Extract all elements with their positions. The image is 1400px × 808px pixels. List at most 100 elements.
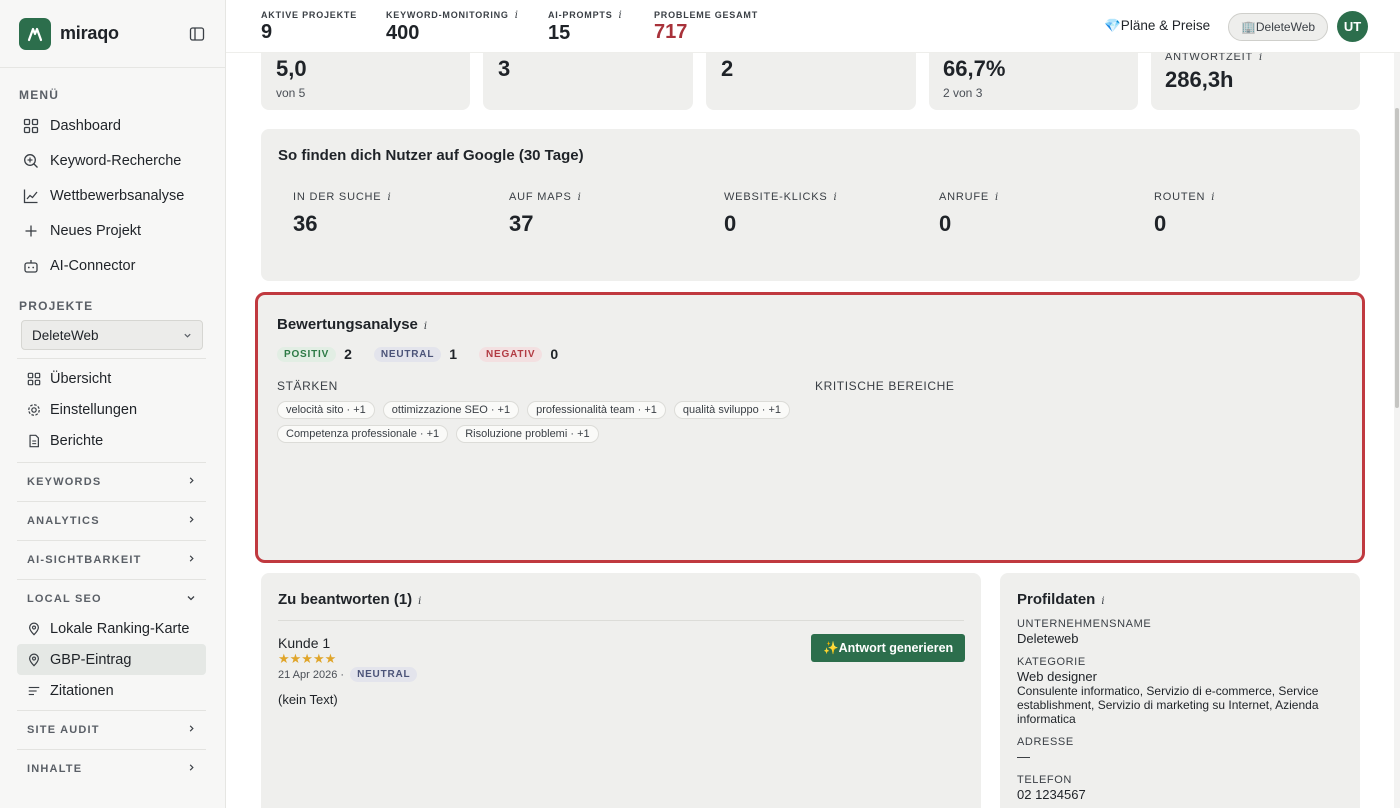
stat-active-projects: AKTIVE PROJEKTE 9 (261, 10, 357, 44)
scrollbar[interactable] (1394, 0, 1400, 808)
info-icon[interactable]: i (834, 192, 838, 203)
strength-chip: Competenza professionale · +1 (277, 425, 449, 443)
neutral-badge: NEUTRAL (373, 346, 442, 362)
nav-uebersicht[interactable]: Übersicht (0, 363, 225, 394)
nav-berichte[interactable]: Berichte (0, 425, 225, 456)
metric-label: IN DER SUCHE (293, 191, 382, 203)
account-switcher[interactable]: 🏢DeleteWeb (1228, 13, 1328, 41)
logo-icon[interactable] (19, 17, 51, 50)
kpi-sub: von 5 (276, 86, 306, 100)
nav-lokale-ranking-karte[interactable]: Lokale Ranking-Karte (0, 613, 225, 644)
nav-keyword-recherche[interactable]: Keyword-Recherche (0, 143, 225, 178)
group-label: INHALTE (27, 763, 83, 775)
generate-answer-button[interactable]: ✨Antwort generieren (811, 634, 966, 662)
card-title: So finden dich Nutzer auf Google (30 Tag… (278, 147, 584, 164)
sidebar: miraqo MENÜ Dashboard Keyword-Recherche … (0, 0, 226, 808)
group-label: ANALYTICS (27, 515, 100, 527)
stat-value: 400 (386, 22, 420, 44)
info-icon[interactable]: i (387, 192, 391, 203)
stat-value: 15 (548, 22, 571, 44)
review-text: (kein Text) (278, 692, 338, 707)
reviews-to-answer-card: Zu beantworten (1) i Kunde 1 ★★★★★ 21 Apr… (261, 573, 981, 808)
nav-wettbewerbsanalyse[interactable]: Wettbewerbsanalyse (0, 178, 225, 213)
menu-section-label: MENÜ (19, 88, 60, 102)
plus-icon (25, 225, 37, 236)
chevron-right-icon (187, 724, 196, 736)
sentiment-badge: NEUTRAL (350, 667, 418, 682)
info-icon[interactable]: i (1101, 596, 1104, 607)
grid-icon (27, 372, 41, 385)
robot-icon (24, 259, 38, 273)
metric-label: AUF MAPS (509, 191, 572, 203)
list-icon (28, 686, 40, 695)
nav-label: Lokale Ranking-Karte (50, 620, 190, 637)
nav-dashboard[interactable]: Dashboard (0, 108, 225, 143)
plans-pricing-link[interactable]: 💎Pläne & Preise (1104, 18, 1210, 34)
positive-count: 2 (344, 346, 352, 362)
info-icon[interactable]: i (619, 10, 623, 21)
nav-ai-connector[interactable]: AI-Connector (0, 248, 225, 283)
group-ai-sichtbarkeit[interactable]: AI-SICHTBARKEIT (17, 540, 206, 579)
group-site-audit[interactable]: SITE AUDIT (17, 710, 206, 749)
metric-value: 36 (293, 211, 318, 236)
nav-gbp-eintrag[interactable]: GBP-Eintrag (17, 644, 206, 675)
metric-label: ROUTEN (1154, 191, 1206, 203)
metric-website-clicks: WEBSITE-KLICKS i 0 (724, 191, 838, 237)
info-icon[interactable]: i (515, 10, 519, 21)
chevron-right-icon (187, 554, 196, 566)
info-icon[interactable]: i (418, 596, 421, 607)
group-label: AI-SICHTBARKEIT (27, 554, 142, 566)
phone-label: TELEFON (1017, 774, 1072, 786)
card-title: Zu beantworten (1) i (278, 591, 422, 608)
document-icon (29, 434, 39, 447)
nav-einstellungen[interactable]: Einstellungen (0, 394, 225, 425)
info-icon[interactable]: i (578, 192, 582, 203)
group-analytics[interactable]: ANALYTICS (17, 501, 206, 540)
sidebar-toggle-icon[interactable] (188, 25, 206, 43)
pin-icon (29, 653, 39, 667)
chevron-right-icon (187, 476, 196, 488)
nav-label: Keyword-Recherche (50, 152, 182, 169)
metric-routes: ROUTEN i 0 (1154, 191, 1215, 237)
project-select-value: DeleteWeb (32, 327, 99, 343)
stat-problems-total: PROBLEME GESAMT 717 (654, 10, 758, 44)
metric-label: WEBSITE-KLICKS (724, 191, 828, 203)
nav-neues-projekt[interactable]: Neues Projekt (0, 213, 225, 248)
kpi-value: 2 (721, 56, 734, 81)
kpi-sub: 2 von 3 (943, 86, 983, 100)
info-icon[interactable]: i (1211, 192, 1215, 203)
nav-label: Wettbewerbsanalyse (50, 187, 185, 204)
address-value: — (1017, 749, 1030, 764)
neutral-count: 1 (449, 346, 458, 362)
brand-header: miraqo (0, 0, 225, 68)
stat-value: 9 (261, 21, 273, 43)
group-label: SITE AUDIT (27, 724, 100, 736)
kpi-value: 3 (498, 56, 511, 81)
review-meta: 21 Apr 2026 · NEUTRAL (278, 667, 418, 682)
scrollbar-thumb[interactable] (1395, 108, 1399, 408)
avatar[interactable]: UT (1337, 11, 1368, 42)
phone-value: 02 1234567 (1017, 787, 1086, 802)
main-content: 5,0 von 5 3 2 66,7% 2 von 3 ANTWORTZEIT i… (226, 0, 1394, 808)
nav-label: Einstellungen (50, 401, 138, 418)
kpi-value: 66,7% (943, 56, 1006, 81)
project-select[interactable]: DeleteWeb (21, 320, 203, 350)
info-icon[interactable]: i (1259, 52, 1263, 63)
nav-zitationen[interactable]: Zitationen (0, 675, 225, 706)
negative-count: 0 (550, 346, 559, 362)
strengths-label: STÄRKEN (277, 379, 338, 393)
info-icon[interactable]: i (995, 192, 999, 203)
strength-chip: professionalità team · +1 (527, 401, 666, 419)
review-date: 21 Apr 2026 · (278, 668, 345, 681)
group-label: KEYWORDS (27, 476, 102, 488)
group-inhalte[interactable]: INHALTE (17, 749, 206, 788)
grid-icon (23, 118, 39, 133)
chevron-down-icon (186, 593, 196, 606)
strength-chip: ottimizzazione SEO · +1 (382, 401, 520, 419)
rating-stars: ★★★★★ (278, 651, 337, 666)
stat-label: AI-PROMPTS (548, 10, 613, 20)
info-icon[interactable]: i (424, 321, 427, 332)
company-label: UNTERNEHMENSNAME (1017, 618, 1152, 630)
group-keywords[interactable]: KEYWORDS (17, 462, 206, 501)
nav-label: Übersicht (50, 370, 112, 387)
